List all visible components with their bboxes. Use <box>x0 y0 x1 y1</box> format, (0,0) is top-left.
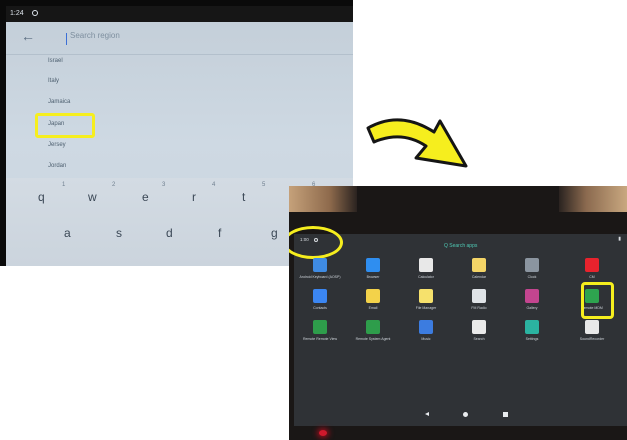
nav-recents-icon[interactable] <box>503 412 508 417</box>
app-label: Contacts <box>313 306 327 310</box>
calculator-icon <box>419 258 433 272</box>
app-remote-remote-view[interactable]: Remote Remote View <box>299 320 341 350</box>
key-e[interactable]: e <box>142 190 149 204</box>
app-label: FM Radio <box>471 306 487 310</box>
app-drawer-screen: 1:00 ▮ Q Search apps Android Keyboard (A… <box>289 226 627 426</box>
search-icon <box>472 320 486 334</box>
soundrecorder-icon <box>585 320 599 334</box>
cm-icon <box>585 258 599 272</box>
status-icon <box>32 10 38 16</box>
app-label: Calculator <box>418 275 434 279</box>
clock-icon <box>525 258 539 272</box>
key-q[interactable]: q <box>38 190 45 204</box>
key-hint-2: 2 <box>112 182 116 188</box>
app-label: Gallery <box>526 306 538 310</box>
browser-icon <box>366 258 380 272</box>
status-time: 1:24 <box>10 10 24 17</box>
key-hint-3: 3 <box>162 182 166 188</box>
status-bar: 1:24 <box>6 6 353 22</box>
region-item-jersey[interactable]: Jersey <box>48 142 66 148</box>
nav-back-icon[interactable] <box>425 412 429 416</box>
app-remote-system-agent[interactable]: Remote System Agent <box>352 320 394 350</box>
app-android-keyboard-aosp[interactable]: Android Keyboard (AOSP) <box>299 258 341 288</box>
app-clock[interactable]: Clock <box>511 258 553 288</box>
app-email[interactable]: Email <box>352 289 394 319</box>
android-keyboard-aosp-icon <box>313 258 327 272</box>
app-fm-radio[interactable]: FM Radio <box>458 289 500 319</box>
app-label: Calendar <box>471 275 487 279</box>
app-soundrecorder[interactable]: SoundRecorder <box>571 320 613 350</box>
music-icon <box>419 320 433 334</box>
search-bar: ← <box>6 22 353 55</box>
back-arrow-icon[interactable]: ← <box>21 28 35 44</box>
app-calendar[interactable]: Calendar <box>458 258 500 288</box>
key-g[interactable]: g <box>271 226 278 240</box>
app-contacts[interactable]: Contacts <box>299 289 341 319</box>
gallery-icon <box>525 289 539 303</box>
app-drawer-photo: 1:00 ▮ Q Search apps Android Keyboard (A… <box>289 186 627 440</box>
key-hint-4: 4 <box>212 182 216 188</box>
key-r[interactable]: r <box>192 190 196 204</box>
app-label: Remote System Agent <box>355 337 391 341</box>
text-cursor <box>66 33 67 45</box>
app-label: Android Keyboard (AOSP) <box>299 275 341 279</box>
key-d[interactable]: d <box>166 226 173 240</box>
email-icon <box>366 289 380 303</box>
transition-arrow-icon <box>366 118 468 168</box>
navigation-bar <box>294 409 627 421</box>
key-hint-5: 5 <box>262 182 266 188</box>
key-t[interactable]: t <box>242 190 245 204</box>
file-manager-icon <box>419 289 433 303</box>
app-calculator[interactable]: Calculator <box>405 258 447 288</box>
app-label: SoundRecorder <box>579 337 605 341</box>
nav-home-icon[interactable] <box>463 412 468 417</box>
app-label: CM <box>589 275 595 279</box>
search-apps-button[interactable]: Q Search apps <box>444 243 477 249</box>
calendar-icon <box>472 258 486 272</box>
key-f[interactable]: f <box>218 226 221 240</box>
key-a[interactable]: a <box>64 226 71 240</box>
app-label: Remote Remote View <box>303 337 337 341</box>
power-led <box>319 430 327 436</box>
highlight-box-remote-mdm <box>581 282 614 319</box>
settings-icon <box>525 320 539 334</box>
app-label: Email <box>368 306 378 310</box>
app-browser[interactable]: Browser <box>352 258 394 288</box>
remote-remote-view-icon <box>313 320 327 334</box>
region-item-italy[interactable]: Italy <box>48 78 59 84</box>
region-item-jamaica[interactable]: Jamaica <box>48 99 70 105</box>
app-label: Settings <box>525 337 539 341</box>
highlight-box-japan <box>35 113 95 138</box>
remote-system-agent-icon <box>366 320 380 334</box>
battery-icon: ▮ <box>618 236 621 242</box>
contacts-icon <box>313 289 327 303</box>
app-label: Browser <box>366 275 380 279</box>
app-search[interactable]: Search <box>458 320 500 350</box>
fm-radio-icon <box>472 289 486 303</box>
key-w[interactable]: w <box>88 190 97 204</box>
key-hint-1: 1 <box>62 182 66 188</box>
app-label: Clock <box>527 275 537 279</box>
search-region-input[interactable] <box>70 31 310 40</box>
key-s[interactable]: s <box>116 226 122 240</box>
app-label: File Manager <box>415 306 437 310</box>
highlight-circle-status-bar <box>289 226 343 259</box>
app-gallery[interactable]: Gallery <box>511 289 553 319</box>
app-music[interactable]: Music <box>405 320 447 350</box>
app-label: Search <box>473 337 485 341</box>
app-file-manager[interactable]: File Manager <box>405 289 447 319</box>
background-curtain-left <box>289 186 357 212</box>
background-curtain-right <box>559 186 627 212</box>
app-settings[interactable]: Settings <box>511 320 553 350</box>
region-item-jordan[interactable]: Jordan <box>48 163 66 169</box>
app-label: Music <box>421 337 431 341</box>
region-item-israel[interactable]: Israel <box>48 58 63 64</box>
